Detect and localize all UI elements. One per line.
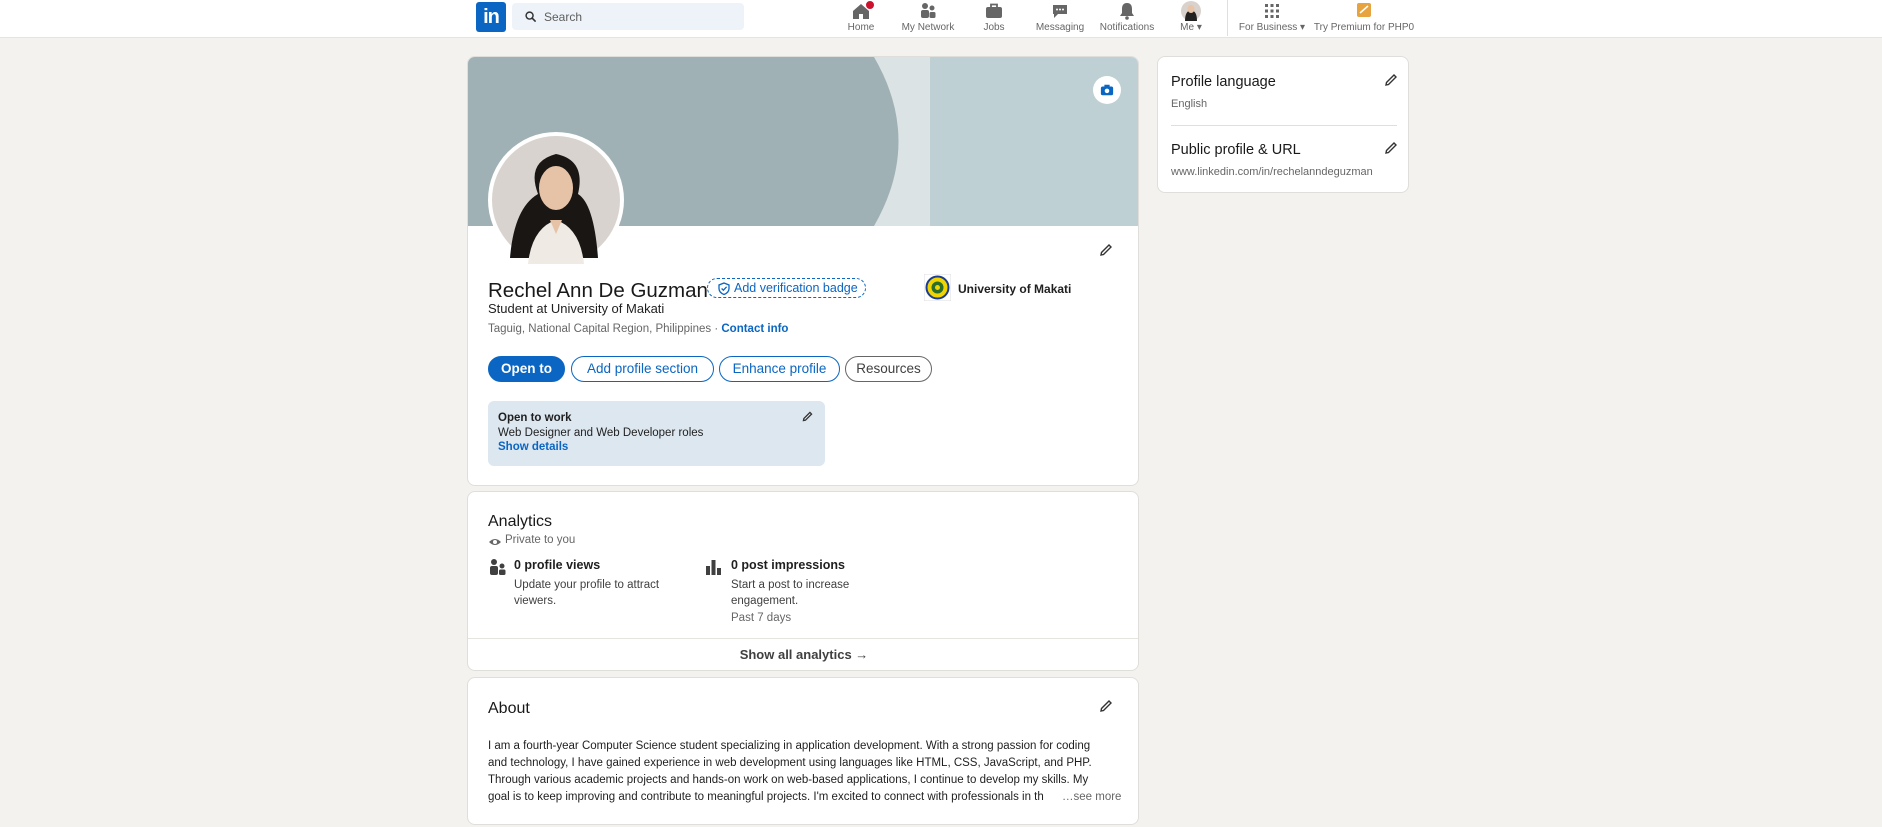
profile-location-line: Taguig, National Capital Region, Philipp… — [488, 323, 788, 335]
separator-dot: · — [714, 323, 719, 335]
nav-messaging[interactable]: Messaging — [1034, 0, 1086, 36]
edit-profile-language-icon[interactable] — [1383, 72, 1399, 88]
profile-settings-card: Profile language English Public profile … — [1157, 56, 1409, 193]
nav-notifications[interactable]: Notifications — [1097, 0, 1157, 36]
profile-views-desc: Update your profile to attract — [514, 579, 660, 591]
add-verification-badge-label: Add verification badge — [734, 281, 858, 295]
edit-intro-icon[interactable] — [1098, 242, 1114, 258]
profile-photo[interactable] — [488, 132, 624, 268]
grid-icon — [1265, 4, 1279, 18]
search-input[interactable]: Search — [512, 3, 744, 30]
enhance-profile-button[interactable]: Enhance profile — [719, 356, 840, 382]
add-verification-badge-button[interactable]: Add verification badge — [707, 278, 866, 298]
chat-icon — [1053, 5, 1067, 18]
profile-views-desc: viewers. — [514, 595, 557, 607]
analytics-card: Analytics Private to you 0 profile views… — [467, 491, 1139, 671]
nav-for-business[interactable]: For Business ▾ — [1237, 0, 1307, 36]
notification-badge — [865, 0, 875, 10]
edit-about-icon[interactable] — [1098, 698, 1114, 714]
profile-headline: Student at University of Makati — [488, 301, 665, 316]
open-to-button[interactable]: Open to — [488, 356, 565, 382]
about-card: About I am a fourth-year Computer Scienc… — [467, 677, 1139, 825]
top-nav: in Search Home My Network Jobs Messaging… — [0, 0, 1882, 38]
chevron-down-icon: ▾ — [1196, 22, 1202, 33]
post-impressions-period: Past 7 days — [731, 612, 792, 624]
education-name[interactable]: University of Makati — [958, 282, 1071, 296]
about-text-line: I am a fourth-year Computer Science stud… — [488, 740, 1091, 752]
nav-my-network-label: My Network — [901, 22, 955, 33]
camera-icon — [1100, 84, 1114, 96]
avatar — [1181, 1, 1201, 21]
about-text-line: goal is to keep improving and contribute… — [488, 791, 1044, 803]
post-impressions-desc: engagement. — [731, 595, 799, 607]
nav-messaging-label: Messaging — [1035, 22, 1085, 33]
nav-notifications-label: Notifications — [1099, 22, 1155, 33]
add-profile-section-button[interactable]: Add profile section — [571, 356, 714, 382]
sidebar-divider — [1171, 125, 1397, 126]
about-text-line: Through various academic projects and ha… — [488, 774, 1089, 786]
briefcase-icon — [986, 3, 1002, 18]
open-to-work-box: Open to work Web Designer and Web Develo… — [488, 401, 825, 466]
edit-open-to-work-icon[interactable] — [801, 410, 814, 423]
contact-info-link[interactable]: Contact info — [721, 323, 788, 335]
nav-try-premium-label: Try Premium for PHP0 — [1313, 22, 1415, 33]
analytics-title: Analytics — [488, 513, 553, 530]
nav-home[interactable]: Home — [844, 0, 878, 36]
about-title: About — [488, 700, 530, 717]
profile-language-title: Profile language — [1171, 74, 1276, 90]
eye-icon — [489, 539, 501, 545]
nav-jobs[interactable]: Jobs — [978, 0, 1010, 36]
public-profile-url-title: Public profile & URL — [1171, 142, 1301, 158]
linkedin-logo[interactable]: in — [476, 2, 506, 32]
nav-jobs-label: Jobs — [983, 22, 1005, 33]
nav-for-business-label: For Business ▾ — [1238, 22, 1306, 33]
see-more-link[interactable]: …see more — [1062, 791, 1121, 803]
search-placeholder: Search — [544, 10, 583, 24]
profile-views-title[interactable]: 0 profile views — [514, 558, 600, 572]
profile-location: Taguig, National Capital Region, Philipp… — [488, 323, 712, 335]
nav-try-premium[interactable]: Try Premium for PHP0 — [1313, 0, 1415, 36]
open-to-work-title: Open to work — [498, 412, 572, 424]
search-icon — [525, 11, 536, 22]
people-icon — [490, 559, 506, 575]
nav-me-label: Me ▾ — [1180, 22, 1202, 33]
about-text-line: and technology, I have gained experience… — [488, 757, 1092, 769]
nav-me[interactable]: Me ▾ — [1176, 0, 1206, 36]
show-all-analytics-button[interactable]: Show all analytics → — [468, 647, 1138, 662]
shield-check-icon — [718, 282, 730, 295]
show-details-link[interactable]: Show details — [498, 441, 568, 453]
post-impressions-desc: Start a post to increase — [731, 579, 850, 591]
nav-my-network[interactable]: My Network — [898, 0, 958, 36]
analytics-privacy: Private to you — [505, 534, 576, 546]
post-impressions-title[interactable]: 0 post impressions — [731, 558, 845, 572]
people-icon — [921, 3, 936, 18]
profile-language-value: English — [1171, 98, 1208, 110]
university-logo[interactable] — [924, 274, 951, 301]
profile-card: Rechel Ann De Guzman Add verification ba… — [467, 56, 1139, 486]
edit-banner-button[interactable] — [1093, 76, 1121, 104]
resources-button[interactable]: Resources — [845, 356, 932, 382]
public-profile-url-value[interactable]: www.linkedin.com/in/rechelanndeguzman — [1171, 166, 1373, 178]
bell-icon — [1120, 3, 1134, 20]
nav-divider — [1227, 0, 1228, 36]
nav-home-label: Home — [847, 22, 875, 33]
premium-icon — [1357, 3, 1371, 17]
open-to-work-roles: Web Designer and Web Developer roles — [498, 427, 704, 439]
edit-public-profile-url-icon[interactable] — [1383, 140, 1399, 156]
profile-name: Rechel Ann De Guzman — [488, 279, 708, 302]
chevron-down-icon: ▾ — [1300, 22, 1306, 33]
bar-chart-icon — [706, 560, 721, 575]
analytics-divider — [468, 638, 1138, 639]
